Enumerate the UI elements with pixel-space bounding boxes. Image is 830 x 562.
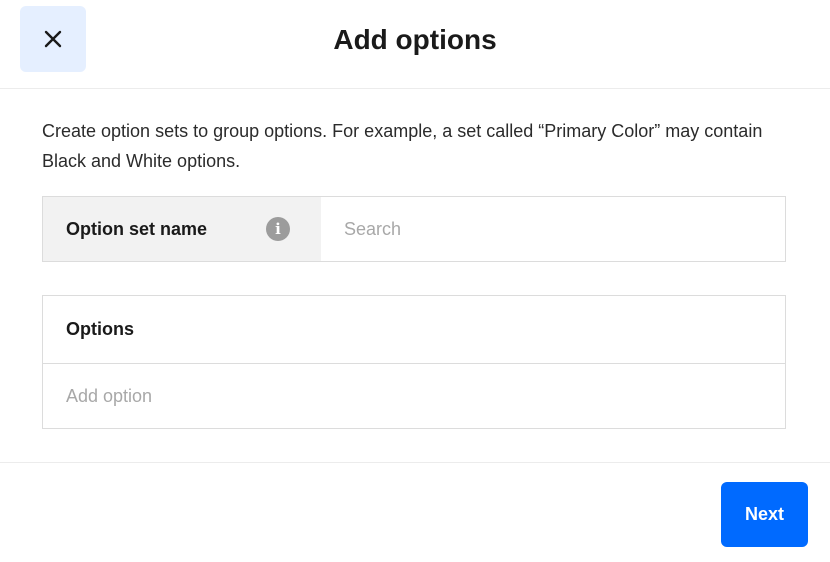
options-heading: Options: [66, 319, 134, 339]
option-set-name-input[interactable]: [321, 197, 785, 261]
add-option-input[interactable]: [43, 364, 785, 428]
dialog-title: Add options: [333, 24, 497, 55]
options-header: Options: [43, 296, 785, 364]
next-button[interactable]: Next: [721, 482, 808, 547]
dialog-header: Add options: [0, 0, 830, 89]
option-set-name-label: Option set name: [66, 218, 208, 239]
dialog-footer: Next: [0, 462, 830, 562]
options-section: Options: [42, 295, 786, 429]
option-set-name-label-cell: Option set name i: [43, 197, 321, 261]
info-icon[interactable]: i: [266, 217, 290, 241]
add-options-dialog: Add options Create option sets to group …: [0, 0, 830, 562]
dialog-description: Create option sets to group options. For…: [42, 121, 763, 171]
option-set-name-field: Option set name i: [42, 196, 786, 262]
